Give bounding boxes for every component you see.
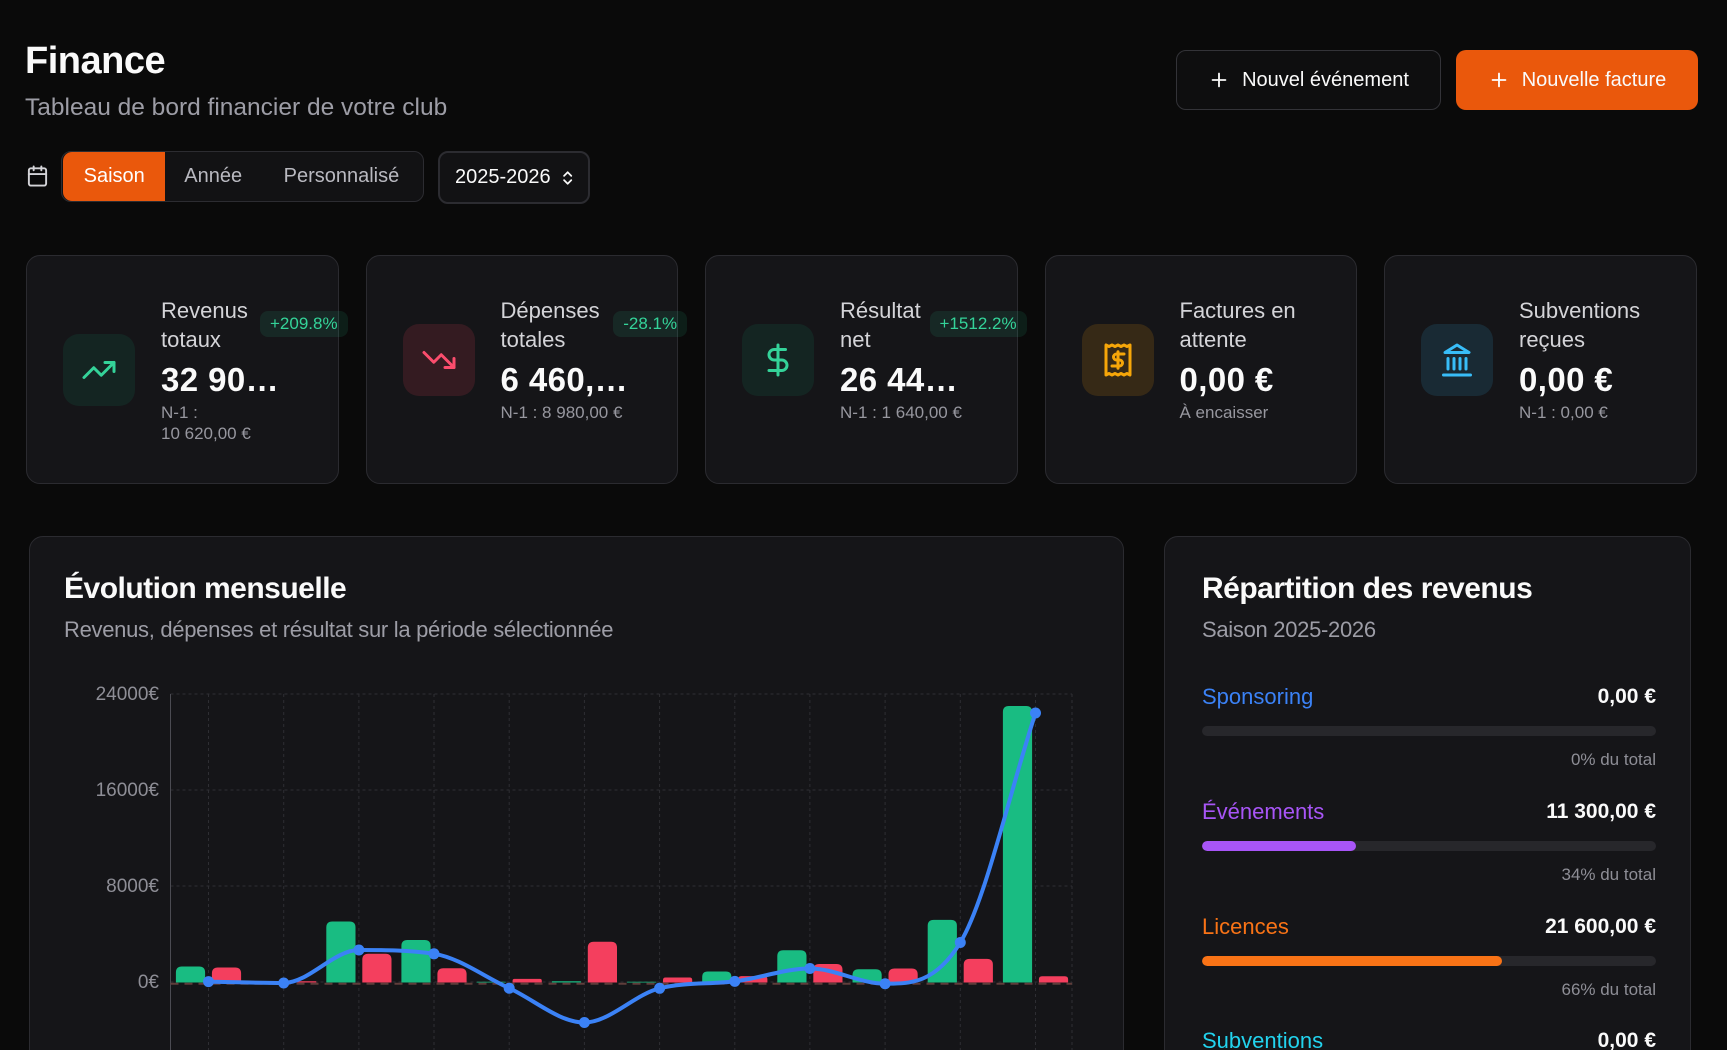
svg-text:8000€: 8000€ bbox=[106, 876, 159, 897]
svg-text:0€: 0€ bbox=[138, 972, 160, 993]
svg-text:24000€: 24000€ bbox=[96, 684, 160, 705]
svg-text:16000€: 16000€ bbox=[96, 780, 160, 801]
